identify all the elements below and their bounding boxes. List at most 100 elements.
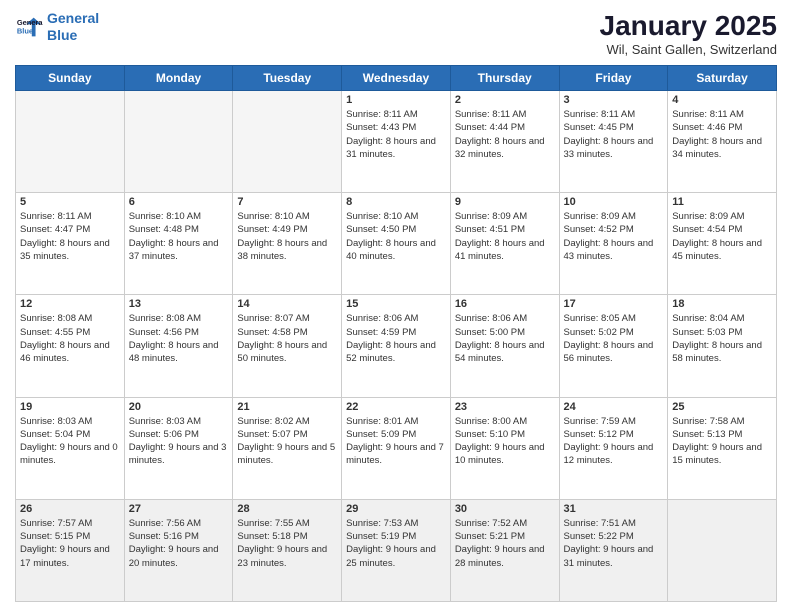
title-section: January 2025 Wil, Saint Gallen, Switzerl… <box>600 10 777 57</box>
day-number: 3 <box>564 94 664 106</box>
day-info: Sunrise: 8:11 AM Sunset: 4:43 PM Dayligh… <box>346 108 446 161</box>
day-info: Sunrise: 8:11 AM Sunset: 4:47 PM Dayligh… <box>20 210 120 263</box>
header-monday: Monday <box>124 66 233 91</box>
table-row: 5 Sunrise: 8:11 AM Sunset: 4:47 PM Daylig… <box>16 193 125 295</box>
day-number: 22 <box>346 401 446 413</box>
table-row: 21 Sunrise: 8:02 AM Sunset: 5:07 PM Dayli… <box>233 397 342 499</box>
day-number: 16 <box>455 298 555 310</box>
table-row: 19Sunrise: 8:03 AM Sunset: 5:04 PM Dayli… <box>16 397 125 499</box>
day-info: Sunrise: 7:58 AM Sunset: 5:13 PM Dayligh… <box>672 415 772 468</box>
day-info: Sunrise: 8:08 AM Sunset: 4:56 PM Dayligh… <box>129 312 229 365</box>
day-number: 27 <box>129 503 229 515</box>
table-row: 7 Sunrise: 8:10 AM Sunset: 4:49 PM Daylig… <box>233 193 342 295</box>
calendar-week-row: 12 Sunrise: 8:08 AM Sunset: 4:55 PM Dayli… <box>16 295 777 397</box>
day-info: Sunrise: 7:55 AM Sunset: 5:18 PM Dayligh… <box>237 517 337 570</box>
table-row <box>16 91 125 193</box>
day-info: Sunrise: 7:52 AM Sunset: 5:21 PM Dayligh… <box>455 517 555 570</box>
day-number: 12 <box>20 298 120 310</box>
table-row: 10 Sunrise: 8:09 AM Sunset: 4:52 PM Dayli… <box>559 193 668 295</box>
svg-text:Blue: Blue <box>17 26 33 35</box>
day-info: Sunrise: 8:11 AM Sunset: 4:46 PM Dayligh… <box>672 108 772 161</box>
calendar-header-row: Sunday Monday Tuesday Wednesday Thursday… <box>16 66 777 91</box>
table-row: 26 Sunrise: 7:57 AM Sunset: 5:15 PM Dayli… <box>16 499 125 601</box>
day-number: 9 <box>455 196 555 208</box>
table-row: 9Sunrise: 8:09 AM Sunset: 4:51 PM Daylig… <box>450 193 559 295</box>
table-row <box>668 499 777 601</box>
day-number: 24 <box>564 401 664 413</box>
day-number: 18 <box>672 298 772 310</box>
table-row <box>124 91 233 193</box>
day-number: 20 <box>129 401 229 413</box>
calendar-table: Sunday Monday Tuesday Wednesday Thursday… <box>15 65 777 602</box>
table-row: 24 Sunrise: 7:59 AM Sunset: 5:12 PM Dayli… <box>559 397 668 499</box>
table-row: 30 Sunrise: 7:52 AM Sunset: 5:21 PM Dayli… <box>450 499 559 601</box>
day-number: 7 <box>237 196 337 208</box>
table-row <box>233 91 342 193</box>
table-row: 29Sunrise: 7:53 AM Sunset: 5:19 PM Dayli… <box>342 499 451 601</box>
day-info: Sunrise: 8:10 AM Sunset: 4:49 PM Dayligh… <box>237 210 337 263</box>
header-sunday: Sunday <box>16 66 125 91</box>
day-number: 17 <box>564 298 664 310</box>
logo-line1: General <box>47 10 99 26</box>
day-info: Sunrise: 7:59 AM Sunset: 5:12 PM Dayligh… <box>564 415 664 468</box>
table-row: 4 Sunrise: 8:11 AM Sunset: 4:46 PM Daylig… <box>668 91 777 193</box>
calendar-week-row: 5 Sunrise: 8:11 AM Sunset: 4:47 PM Daylig… <box>16 193 777 295</box>
day-number: 4 <box>672 94 772 106</box>
day-info: Sunrise: 8:10 AM Sunset: 4:50 PM Dayligh… <box>346 210 446 263</box>
day-number: 31 <box>564 503 664 515</box>
table-row: 13Sunrise: 8:08 AM Sunset: 4:56 PM Dayli… <box>124 295 233 397</box>
table-row: 3 Sunrise: 8:11 AM Sunset: 4:45 PM Daylig… <box>559 91 668 193</box>
day-number: 15 <box>346 298 446 310</box>
table-row: 28Sunrise: 7:55 AM Sunset: 5:18 PM Dayli… <box>233 499 342 601</box>
day-number: 25 <box>672 401 772 413</box>
header-tuesday: Tuesday <box>233 66 342 91</box>
table-row: 17 Sunrise: 8:05 AM Sunset: 5:02 PM Dayli… <box>559 295 668 397</box>
day-number: 8 <box>346 196 446 208</box>
table-row: 18 Sunrise: 8:04 AM Sunset: 5:03 PM Dayli… <box>668 295 777 397</box>
table-row: 22 Sunrise: 8:01 AM Sunset: 5:09 PM Dayli… <box>342 397 451 499</box>
day-number: 1 <box>346 94 446 106</box>
day-info: Sunrise: 8:08 AM Sunset: 4:55 PM Dayligh… <box>20 312 120 365</box>
day-info: Sunrise: 8:05 AM Sunset: 5:02 PM Dayligh… <box>564 312 664 365</box>
day-info: Sunrise: 8:09 AM Sunset: 4:52 PM Dayligh… <box>564 210 664 263</box>
day-number: 21 <box>237 401 337 413</box>
table-row: 8 Sunrise: 8:10 AM Sunset: 4:50 PM Daylig… <box>342 193 451 295</box>
day-info: Sunrise: 8:11 AM Sunset: 4:45 PM Dayligh… <box>564 108 664 161</box>
logo: General Blue General Blue <box>15 10 99 44</box>
header: General Blue General Blue January 2025 W… <box>15 10 777 57</box>
table-row: 16Sunrise: 8:06 AM Sunset: 5:00 PM Dayli… <box>450 295 559 397</box>
location: Wil, Saint Gallen, Switzerland <box>600 42 777 57</box>
day-info: Sunrise: 8:09 AM Sunset: 4:54 PM Dayligh… <box>672 210 772 263</box>
logo-text: General Blue <box>47 10 99 44</box>
day-info: Sunrise: 8:03 AM Sunset: 5:06 PM Dayligh… <box>129 415 229 468</box>
day-number: 23 <box>455 401 555 413</box>
day-number: 5 <box>20 196 120 208</box>
day-number: 29 <box>346 503 446 515</box>
logo-line2: Blue <box>47 27 77 43</box>
day-number: 19 <box>20 401 120 413</box>
header-thursday: Thursday <box>450 66 559 91</box>
table-row: 25 Sunrise: 7:58 AM Sunset: 5:13 PM Dayli… <box>668 397 777 499</box>
day-info: Sunrise: 8:04 AM Sunset: 5:03 PM Dayligh… <box>672 312 772 365</box>
table-row: 27 Sunrise: 7:56 AM Sunset: 5:16 PM Dayli… <box>124 499 233 601</box>
day-info: Sunrise: 8:01 AM Sunset: 5:09 PM Dayligh… <box>346 415 446 468</box>
day-number: 30 <box>455 503 555 515</box>
month-title: January 2025 <box>600 10 777 42</box>
day-number: 6 <box>129 196 229 208</box>
day-info: Sunrise: 8:00 AM Sunset: 5:10 PM Dayligh… <box>455 415 555 468</box>
table-row: 14Sunrise: 8:07 AM Sunset: 4:58 PM Dayli… <box>233 295 342 397</box>
day-number: 10 <box>564 196 664 208</box>
day-number: 26 <box>20 503 120 515</box>
day-info: Sunrise: 7:56 AM Sunset: 5:16 PM Dayligh… <box>129 517 229 570</box>
calendar-week-row: 1 Sunrise: 8:11 AM Sunset: 4:43 PM Daylig… <box>16 91 777 193</box>
header-friday: Friday <box>559 66 668 91</box>
day-info: Sunrise: 8:02 AM Sunset: 5:07 PM Dayligh… <box>237 415 337 468</box>
table-row: 31Sunrise: 7:51 AM Sunset: 5:22 PM Dayli… <box>559 499 668 601</box>
header-saturday: Saturday <box>668 66 777 91</box>
table-row: 11Sunrise: 8:09 AM Sunset: 4:54 PM Dayli… <box>668 193 777 295</box>
day-info: Sunrise: 7:57 AM Sunset: 5:15 PM Dayligh… <box>20 517 120 570</box>
table-row: 1 Sunrise: 8:11 AM Sunset: 4:43 PM Daylig… <box>342 91 451 193</box>
header-wednesday: Wednesday <box>342 66 451 91</box>
table-row: 12 Sunrise: 8:08 AM Sunset: 4:55 PM Dayli… <box>16 295 125 397</box>
table-row: 2Sunrise: 8:11 AM Sunset: 4:44 PM Daylig… <box>450 91 559 193</box>
